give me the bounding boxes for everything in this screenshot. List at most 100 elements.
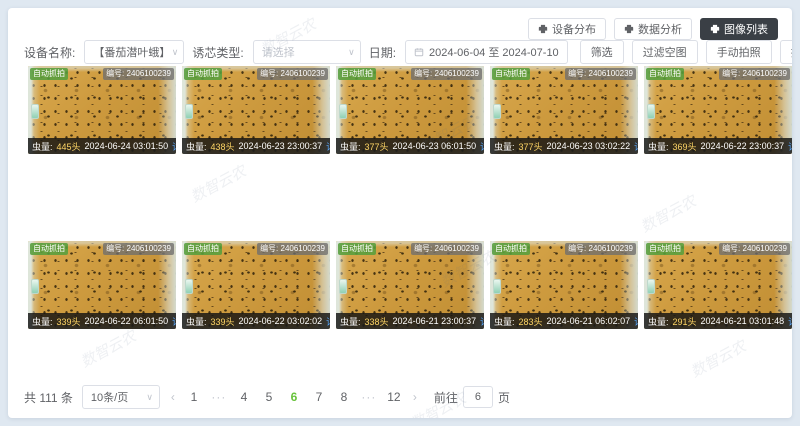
main-panel: 数智云农 数智云农 数智云农 数智云农 数智云农 数智云农 数智云农 数智云农 … — [8, 8, 792, 418]
view-button-label: 设备分布 — [552, 21, 596, 37]
manual-photo-button[interactable]: 手动拍照 — [706, 40, 772, 64]
goto-suffix: 页 — [498, 389, 510, 406]
page-size-value: 10条/页 — [91, 389, 128, 405]
count-label: 虫量: — [32, 140, 53, 153]
trap-image-card[interactable]: 自动抓拍 编号: 2406100239 虫量: 339头 2024-06-22 … — [28, 241, 176, 329]
card-info-bar: 虫量: 339头 2024-06-22 06:01:50 详情 — [28, 313, 176, 329]
data-analysis-button[interactable]: 数据分析 — [614, 18, 692, 40]
card-info-bar: 虫量: 339头 2024-06-22 03:02:02 详情 — [182, 313, 330, 329]
device-select-value: 【番茄潜叶蛾】 — [93, 44, 170, 60]
detail-link[interactable]: 详情 — [172, 315, 176, 328]
view-button-label: 图像列表 — [724, 21, 768, 37]
count-label: 虫量: — [340, 315, 361, 328]
count-label: 虫量: — [494, 315, 515, 328]
page-number-5[interactable]: 5 — [261, 390, 277, 404]
view-button-label: 数据分析 — [638, 21, 682, 37]
detail-link[interactable]: 详情 — [634, 140, 638, 153]
chevron-down-icon: ∨ — [348, 47, 355, 58]
detail-link[interactable]: 详情 — [788, 315, 792, 328]
count-label: 虫量: — [648, 140, 669, 153]
detail-link[interactable]: 详情 — [788, 140, 792, 153]
count-label: 虫量: — [494, 140, 515, 153]
insect-count: 377头 — [365, 140, 389, 153]
lure-select-placeholder: 请选择 — [262, 44, 295, 60]
detail-link[interactable]: 详情 — [480, 315, 484, 328]
page-number-12[interactable]: 12 — [386, 390, 402, 404]
detail-link[interactable]: 详情 — [480, 140, 484, 153]
trap-clip — [31, 279, 39, 294]
page-size-select[interactable]: 10条/页 ∨ — [82, 385, 160, 409]
device-id-badge: 编号: 2406100239 — [257, 68, 328, 80]
capture-mode-badge: 自动抓拍 — [184, 243, 222, 255]
card-info-bar: 虫量: 283头 2024-06-21 06:02:07 详情 — [490, 313, 638, 329]
trap-image-card[interactable]: 自动抓拍 编号: 2406100239 虫量: 291头 2024-06-21 … — [644, 241, 792, 329]
insect-count: 377头 — [519, 140, 543, 153]
capture-time: 2024-06-22 23:00:37 — [701, 141, 785, 151]
page-number-7[interactable]: 7 — [311, 390, 327, 404]
capture-time: 2024-06-22 03:02:02 — [239, 316, 323, 326]
date-label: 日期: — [369, 44, 396, 61]
detail-link[interactable]: 详情 — [326, 315, 330, 328]
card-info-bar: 虫量: 377头 2024-06-23 06:01:50 详情 — [336, 138, 484, 154]
prev-page-arrow[interactable]: ‹ — [169, 390, 177, 404]
filter-bar: 设备名称: 【番茄潜叶蛾】 ∨ 诱芯类型: 请选择 ∨ 日期: 2024-06-… — [24, 40, 792, 64]
filter-button[interactable]: 筛选 — [580, 40, 624, 64]
filter-empty-button[interactable]: 过滤空图 — [632, 40, 698, 64]
next-page-arrow[interactable]: › — [411, 390, 419, 404]
view-switcher: 设备分布 数据分析 图像列表 — [528, 18, 778, 40]
trap-clip — [339, 279, 347, 294]
capture-time: 2024-06-23 03:02:22 — [547, 141, 631, 151]
trap-image-card[interactable]: 自动抓拍 编号: 2406100239 虫量: 377头 2024-06-23 … — [490, 66, 638, 154]
device-name-label: 设备名称: — [24, 44, 75, 61]
detail-link[interactable]: 详情 — [326, 140, 330, 153]
detail-link[interactable]: 详情 — [172, 140, 176, 153]
trap-image-card[interactable]: 自动抓拍 编号: 2406100239 虫量: 338头 2024-06-21 … — [336, 241, 484, 329]
trap-image-card[interactable]: 自动抓拍 编号: 2406100239 虫量: 377头 2024-06-23 … — [336, 66, 484, 154]
trap-image-card[interactable]: 自动抓拍 编号: 2406100239 虫量: 438头 2024-06-23 … — [182, 66, 330, 154]
watermark: 数智云农 — [687, 335, 750, 382]
card-info-bar: 虫量: 291头 2024-06-21 03:01:48 详情 — [644, 313, 792, 329]
count-label: 虫量: — [648, 315, 669, 328]
count-label: 虫量: — [186, 315, 207, 328]
device-id-badge: 编号: 2406100239 — [411, 68, 482, 80]
date-range-input[interactable]: 2024-06-04 至 2024-07-10 — [405, 40, 568, 64]
detail-link[interactable]: 详情 — [634, 315, 638, 328]
trap-clip — [647, 279, 655, 294]
trap-clip — [31, 104, 39, 119]
page-ellipsis[interactable]: ··· — [211, 390, 227, 404]
goto-page-input[interactable] — [463, 386, 493, 408]
watermark: 数智云农 — [187, 160, 250, 207]
card-info-bar: 虫量: 369头 2024-06-22 23:00:37 详情 — [644, 138, 792, 154]
device-select[interactable]: 【番茄潜叶蛾】 ∨ — [84, 40, 184, 64]
pagination: 共 111 条 10条/页 ∨ ‹ 1 ··· 4 5 6 7 8 ··· 12… — [24, 385, 510, 409]
card-info-bar: 虫量: 377头 2024-06-23 03:02:22 详情 — [490, 138, 638, 154]
page-number-8[interactable]: 8 — [336, 390, 352, 404]
trap-clip — [493, 104, 501, 119]
total-count: 共 111 条 — [24, 389, 73, 406]
insect-count: 339头 — [211, 315, 235, 328]
goto-page: 前往 页 — [434, 386, 510, 408]
page-ellipsis[interactable]: ··· — [361, 390, 377, 404]
image-list-button[interactable]: 图像列表 — [700, 18, 778, 40]
trap-image-card[interactable]: 自动抓拍 编号: 2406100239 虫量: 369头 2024-06-22 … — [644, 66, 792, 154]
printer-icon — [538, 24, 548, 34]
trap-image-card[interactable]: 自动抓拍 编号: 2406100239 虫量: 283头 2024-06-21 … — [490, 241, 638, 329]
device-distribution-button[interactable]: 设备分布 — [528, 18, 606, 40]
capture-mode-badge: 自动抓拍 — [492, 243, 530, 255]
insect-count: 283头 — [519, 315, 543, 328]
trap-image-card[interactable]: 自动抓拍 编号: 2406100239 虫量: 445头 2024-06-24 … — [28, 66, 176, 154]
device-id-badge: 编号: 2406100239 — [565, 243, 636, 255]
batch-recognition-button[interactable]: 批量识别 — [780, 40, 792, 64]
trap-image-card[interactable]: 自动抓拍 编号: 2406100239 虫量: 339头 2024-06-22 … — [182, 241, 330, 329]
capture-mode-badge: 自动抓拍 — [338, 68, 376, 80]
trap-clip — [185, 104, 193, 119]
page-number-6-current[interactable]: 6 — [286, 390, 302, 404]
lure-type-select[interactable]: 请选择 ∨ — [253, 40, 361, 64]
page-number-1[interactable]: 1 — [186, 390, 202, 404]
chevron-down-icon: ∨ — [172, 47, 179, 58]
trap-clip — [339, 104, 347, 119]
device-id-badge: 编号: 2406100239 — [719, 68, 790, 80]
calendar-icon — [414, 47, 424, 57]
page-number-4[interactable]: 4 — [236, 390, 252, 404]
insect-count: 291头 — [673, 315, 697, 328]
